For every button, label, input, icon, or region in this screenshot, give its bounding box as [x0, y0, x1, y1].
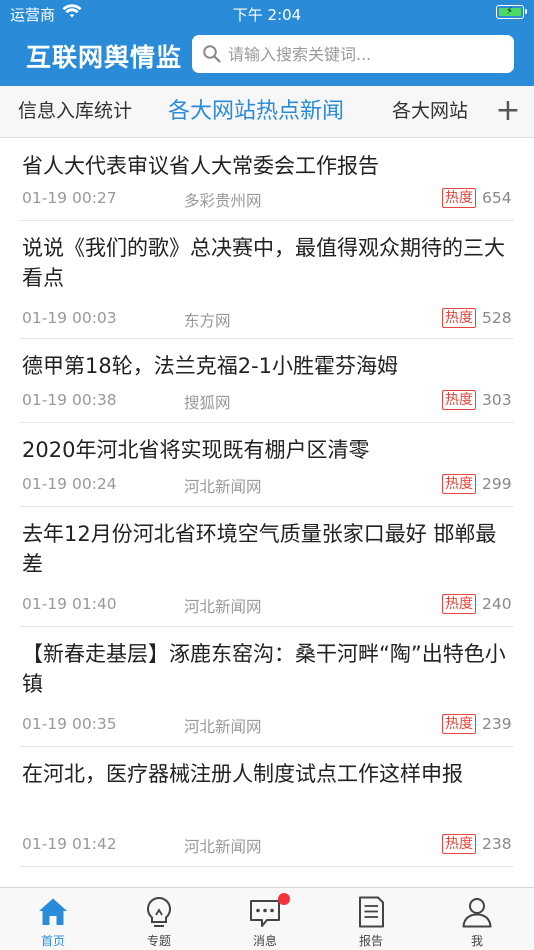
news-source: 河北新闻网 — [184, 598, 262, 616]
report-icon — [359, 896, 384, 928]
news-date: 01-19 01:42 — [22, 835, 117, 853]
news-meta: 01-19 00:35 河北新闻网 热度 239 — [0, 714, 534, 737]
news-title: 德甲第18轮，法兰克福2-1小胜霍芬海姆 — [22, 354, 399, 378]
news-source: 东方网 — [184, 312, 231, 330]
app-header: 运营商 下午 2:04 ⚡ 互联网舆情监 — [0, 0, 534, 86]
tabbar-item-topics[interactable]: 专题 — [106, 888, 212, 950]
tab-hot-news[interactable]: 各大网站热点新闻 — [168, 93, 344, 125]
news-meta: 01-19 01:40 河北新闻网 热度 240 — [0, 594, 534, 617]
news-meta: 01-19 00:03 东方网 热度 528 — [0, 308, 534, 331]
tab-info-statistics[interactable]: 信息入库统计 — [18, 96, 132, 123]
tab-website-news[interactable]: 各大网站 — [392, 96, 478, 123]
status-bar: 运营商 下午 2:04 ⚡ — [0, 0, 534, 26]
news-item[interactable]: 说说《我们的歌》总决赛中，最值得观众期待的三大看点 01-19 00:03 东方… — [0, 221, 534, 339]
bottom-tab-bar: 首页 专题 消息 报告 我 — [0, 887, 534, 950]
tabbar-item-reports[interactable]: 报告 — [318, 888, 424, 950]
battery-icon: ⚡ — [496, 5, 527, 19]
tabbar-item-messages[interactable]: 消息 — [212, 888, 318, 950]
hot-count: 238 — [482, 835, 512, 853]
tab-fade — [470, 86, 488, 137]
clock: 下午 2:04 — [232, 6, 302, 24]
news-date: 01-19 00:38 — [22, 391, 117, 409]
hot-count: 303 — [482, 391, 512, 409]
news-date: 01-19 00:27 — [22, 189, 117, 207]
news-title: 说说《我们的歌》总决赛中，最值得观众期待的三大看点 — [22, 236, 505, 290]
hot-count: 239 — [482, 715, 512, 733]
tabbar-label: 报告 — [358, 934, 383, 948]
tabbar-label: 专题 — [146, 934, 171, 948]
hot-badge: 热度 — [442, 188, 476, 208]
hot-count: 528 — [482, 309, 512, 327]
tabbar-label: 我 — [470, 934, 483, 948]
news-source: 河北新闻网 — [184, 478, 262, 496]
news-item[interactable]: 省人大代表审议省人大常委会工作报告 01-19 00:27 多彩贵州网 热度 6… — [0, 139, 534, 221]
profile-icon — [462, 898, 492, 928]
news-source: 河北新闻网 — [184, 718, 262, 736]
notification-dot — [278, 893, 290, 905]
news-title: 在河北，医疗器械注册人制度试点工作这样申报 — [22, 762, 463, 786]
news-item[interactable]: 德甲第18轮，法兰克福2-1小胜霍芬海姆 01-19 00:38 搜狐网 热度 … — [0, 339, 534, 423]
news-title: 2020年河北省将实现既有棚户区清零 — [22, 438, 370, 462]
hot-badge: 热度 — [442, 390, 476, 410]
search-box[interactable] — [192, 35, 514, 73]
news-source: 搜狐网 — [184, 394, 231, 412]
news-item[interactable]: 去年12月份河北省环境空气质量张家口最好 邯郸最差 01-19 01:40 河北… — [0, 507, 534, 627]
news-meta: 01-19 00:38 搜狐网 热度 303 — [0, 390, 534, 413]
news-list: 省人大代表审议省人大常委会工作报告 01-19 00:27 多彩贵州网 热度 6… — [0, 139, 534, 887]
news-date: 01-19 00:03 — [22, 309, 117, 327]
tabbar-item-home[interactable]: 首页 — [0, 888, 106, 950]
tabbar-label: 首页 — [40, 934, 65, 948]
news-source: 河北新闻网 — [184, 838, 262, 856]
news-title: 【新春走基层】涿鹿东窑沟：桑干河畔“陶”出特色小镇 — [22, 642, 506, 696]
news-meta: 01-19 00:24 河北新闻网 热度 299 — [0, 474, 534, 497]
hot-count: 240 — [482, 595, 512, 613]
tabbar-label: 消息 — [252, 934, 277, 948]
news-source: 多彩贵州网 — [184, 192, 262, 210]
hot-count: 654 — [482, 189, 512, 207]
news-item[interactable]: 2020年河北省将实现既有棚户区清零 01-19 00:24 河北新闻网 热度 … — [0, 423, 534, 507]
news-title: 省人大代表审议省人大常委会工作报告 — [22, 154, 379, 178]
hot-badge: 热度 — [442, 834, 476, 854]
news-meta: 01-19 01:42 河北新闻网 热度 238 — [0, 834, 534, 857]
category-tabs: 信息入库统计 各大网站热点新闻 各大网站 + — [0, 86, 534, 138]
hot-badge: 热度 — [442, 594, 476, 614]
hot-badge: 热度 — [442, 474, 476, 494]
news-date: 01-19 00:35 — [22, 715, 117, 733]
news-item[interactable]: 在河北，医疗器械注册人制度试点工作这样申报 01-19 01:42 河北新闻网 … — [0, 747, 534, 867]
news-date: 01-19 01:40 — [22, 595, 117, 613]
app-title: 互联网舆情监 — [26, 43, 183, 72]
hot-badge: 热度 — [442, 308, 476, 328]
hot-count: 299 — [482, 475, 512, 493]
search-input[interactable] — [228, 35, 508, 73]
news-meta: 01-19 00:27 多彩贵州网 热度 654 — [0, 188, 534, 211]
news-date: 01-19 00:24 — [22, 475, 117, 493]
lightbulb-icon — [147, 896, 171, 927]
news-item[interactable]: 【新春走基层】涿鹿东窑沟：桑干河畔“陶”出特色小镇 01-19 00:35 河北… — [0, 627, 534, 747]
search-icon — [203, 45, 221, 63]
add-tab-button[interactable]: + — [488, 92, 528, 132]
hot-badge: 热度 — [442, 714, 476, 734]
message-icon — [250, 900, 280, 927]
news-title: 去年12月份河北省环境空气质量张家口最好 邯郸最差 — [22, 522, 497, 576]
tabbar-item-profile[interactable]: 我 — [424, 888, 530, 950]
home-icon — [39, 898, 67, 925]
